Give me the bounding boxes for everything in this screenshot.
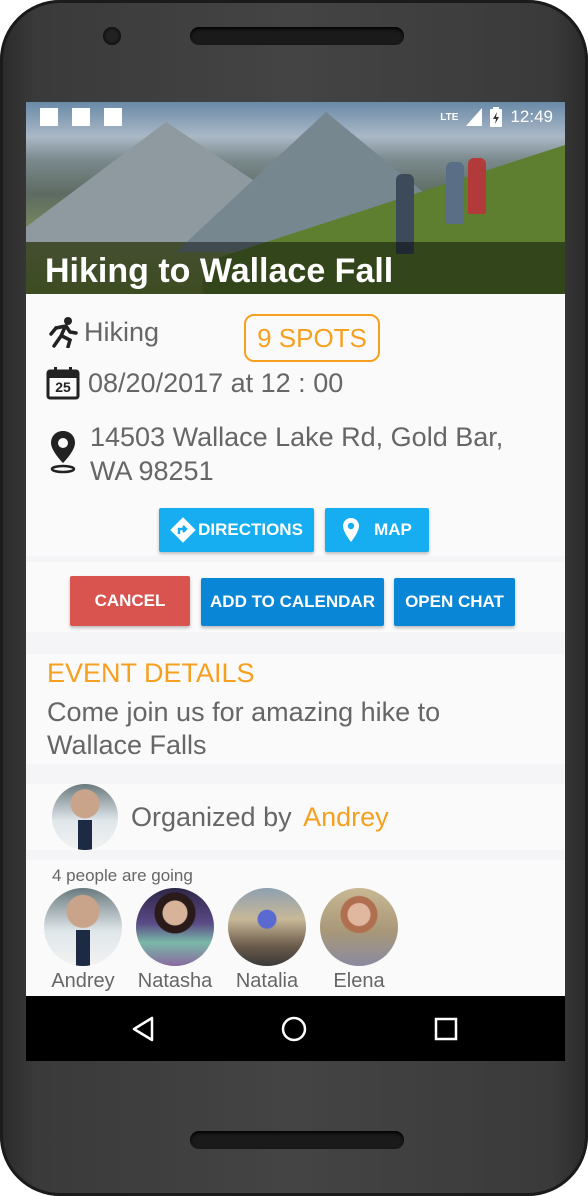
event-details-heading: EVENT DETAILS xyxy=(47,658,255,688)
status-bar: LTE 12:49 xyxy=(26,102,565,134)
attendee-avatar[interactable] xyxy=(228,888,306,966)
attendee-avatar[interactable] xyxy=(136,888,214,966)
activity-row: Hiking xyxy=(48,316,159,348)
network-type: LTE xyxy=(440,111,459,123)
directions-icon xyxy=(170,517,196,543)
attendee-name: Elena xyxy=(333,970,385,992)
attendee-name: Natalia xyxy=(235,970,299,992)
description-line-2: Wallace Falls xyxy=(47,730,207,760)
phone-frame: LTE 12:49 Hiking to Wallace Fall Hiking … xyxy=(0,0,588,1196)
running-person-icon xyxy=(49,317,78,348)
back-triangle-icon[interactable] xyxy=(131,1016,155,1042)
address-line-1: 14503 Wallace Lake Rd, Gold Bar, xyxy=(90,422,504,452)
map-button[interactable]: MAP xyxy=(325,508,429,552)
open-chat-button[interactable]: OPEN CHAT xyxy=(394,578,515,626)
event-hero-image: LTE 12:49 Hiking to Wallace Fall xyxy=(26,102,565,294)
activity-label: Hiking xyxy=(84,316,160,347)
organizer-avatar[interactable] xyxy=(52,784,118,850)
signal-icon xyxy=(466,108,483,126)
event-title: Hiking to Wallace Fall xyxy=(26,242,565,294)
calendar-icon: 25 xyxy=(46,366,80,400)
map-pin-icon xyxy=(343,518,360,542)
organizer-line: Organized by Andrey xyxy=(131,802,389,833)
attendee-count: 4 people are going xyxy=(52,866,193,885)
hiker-figure xyxy=(468,158,486,214)
attendee-name: Andrey xyxy=(51,970,115,992)
top-speaker xyxy=(190,27,404,45)
recents-square-icon[interactable] xyxy=(434,1017,458,1041)
event-datetime: 08/20/2017 at 12 : 00 xyxy=(88,367,344,398)
directions-button[interactable]: DIRECTIONS xyxy=(159,508,314,552)
bottom-speaker xyxy=(190,1131,404,1149)
front-camera xyxy=(103,27,121,45)
attendee-avatar[interactable] xyxy=(320,888,398,966)
map-label: MAP xyxy=(374,520,412,539)
tie-shape xyxy=(78,820,92,850)
home-circle-icon[interactable] xyxy=(280,1015,308,1043)
cancel-button[interactable]: CANCEL xyxy=(70,576,190,626)
attendee-name: Natasha xyxy=(137,970,213,992)
status-right: LTE 12:49 xyxy=(440,107,553,127)
attendee-avatar[interactable] xyxy=(44,888,122,966)
calendar-day: 25 xyxy=(55,379,71,395)
battery-icon xyxy=(490,107,503,127)
date-row: 25 08/20/2017 at 12 : 00 xyxy=(46,366,343,400)
directions-label: DIRECTIONS xyxy=(198,520,303,539)
address-line-2: WA 98251 xyxy=(90,456,214,486)
notification-icon xyxy=(40,108,58,126)
notification-icon xyxy=(104,108,122,126)
description-line-1: Come join us for amazing hike to xyxy=(47,697,441,727)
clock: 12:49 xyxy=(510,107,553,126)
spots-badge: 9 SPOTS xyxy=(244,314,380,362)
event-description: Come join us for amazing hike to Wallace… xyxy=(47,696,440,762)
map-pin-icon xyxy=(50,431,76,474)
tie-shape xyxy=(76,930,90,966)
app-screen: LTE 12:49 Hiking to Wallace Fall Hiking … xyxy=(26,102,565,1061)
system-nav-bar xyxy=(26,996,565,1061)
organized-by-label: Organized by xyxy=(131,802,292,832)
notification-icon xyxy=(72,108,90,126)
organizer-name[interactable]: Andrey xyxy=(303,802,389,832)
event-address: 14503 Wallace Lake Rd, Gold Bar, WA 9825… xyxy=(90,420,503,488)
hiker-figure xyxy=(446,162,464,224)
address-row: 14503 Wallace Lake Rd, Gold Bar, WA 9825… xyxy=(50,420,503,488)
add-to-calendar-button[interactable]: ADD TO CALENDAR xyxy=(201,578,384,626)
